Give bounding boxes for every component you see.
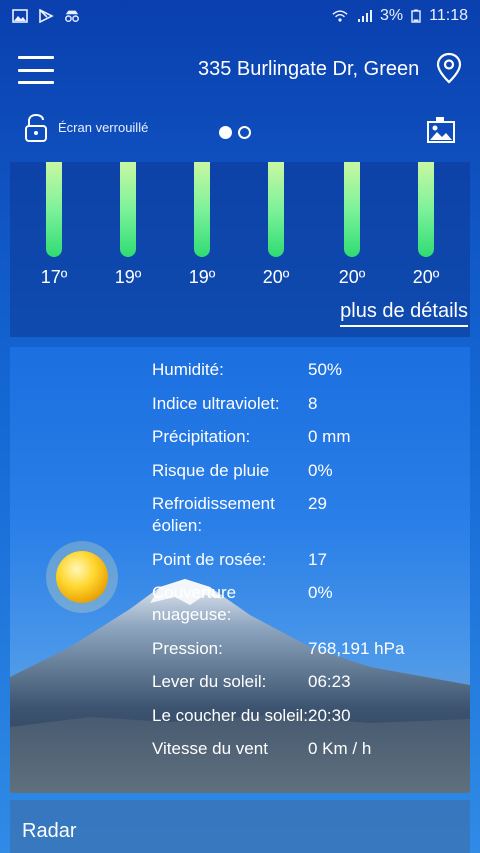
hourly-forecast-card: 17º 19º 19º 20º 20º 20º plus de détails — [10, 162, 470, 337]
detail-row: Le coucher du soleil: 20:30 — [152, 705, 462, 727]
detail-value: 768,191 hPa — [308, 638, 405, 658]
details-list: Humidité: 50% Indice ultraviolet: 8 Précipit… — [152, 359, 462, 772]
battery-percent: 3% — [380, 7, 404, 24]
detail-row: Pression: 768,191 hPa — [152, 638, 462, 660]
forecast-column: 20º — [246, 162, 306, 288]
detail-label: Humidité: — [152, 360, 224, 379]
gallery-icon[interactable] — [426, 116, 456, 144]
detail-row: Humidité: 50% — [152, 359, 462, 381]
detail-label: Point de rosée: — [152, 549, 267, 569]
temperature-bar — [344, 162, 360, 257]
detail-value: 0 mm — [308, 427, 351, 446]
location-title[interactable]: 335 Burlingate Dr, Greenvill — [198, 58, 418, 81]
signal-icon — [358, 10, 373, 22]
detail-label: Pression: — [152, 638, 223, 658]
detail-row: Risque de pluie 0% — [152, 460, 462, 482]
map-pin-icon[interactable] — [436, 52, 462, 84]
temperature-bar — [46, 162, 62, 257]
detail-value: 0 Km / h — [308, 739, 372, 758]
clock: 11:18 — [429, 7, 468, 24]
page-indicator — [219, 126, 251, 139]
lock-screen-label[interactable]: Écran verrouillé — [58, 120, 148, 135]
status-bar-right: 3% 11:18 — [332, 7, 468, 25]
status-bar: 3% 11:18 — [0, 0, 480, 32]
gallery-icon — [12, 9, 28, 23]
lock-screen-row: Écran verrouillé — [0, 110, 480, 150]
forecast-column: 20º — [322, 162, 382, 288]
detail-row: Couverture nuageuse: 0% — [152, 582, 462, 626]
sun-icon — [46, 541, 118, 613]
detail-value: 29 — [308, 494, 327, 513]
detail-label: Lever du soleil: — [152, 672, 267, 691]
detail-row: Refroidissement éolien: 29 — [152, 493, 462, 537]
temperature-label: 20º — [412, 267, 440, 287]
detail-value: 8 — [308, 393, 318, 413]
temperature-bar — [194, 162, 210, 257]
play-store-icon — [39, 9, 54, 23]
temperature-label: 19º — [188, 267, 216, 287]
detail-label: Vitesse du vent — [152, 739, 268, 758]
temperature-bar — [418, 162, 434, 257]
wifi-icon — [332, 10, 348, 22]
detail-value: 0% — [308, 583, 333, 602]
temperature-label: 20º — [338, 267, 366, 287]
forecast-column: 20º — [396, 162, 456, 288]
detail-row: Vitesse du vent 0 Km / h — [152, 738, 462, 760]
radar-card[interactable]: Radar — [10, 800, 470, 853]
battery-icon — [411, 9, 421, 23]
detail-value: 17 — [308, 549, 327, 569]
detail-row: Précipitation: 0 mm — [152, 426, 462, 448]
temperature-bars: 17º 19º 19º 20º 20º 20º — [10, 162, 470, 292]
detail-row: Point de rosée: 17 — [152, 549, 462, 571]
temperature-bar — [268, 162, 284, 257]
detail-label: Refroidissement éolien: — [152, 494, 275, 535]
forecast-column: 19º — [172, 162, 232, 288]
page-dot[interactable] — [238, 126, 251, 139]
app-bar: 335 Burlingate Dr, Greenvill — [0, 40, 480, 100]
status-bar-left — [12, 9, 80, 23]
detail-value: 06:23 — [308, 672, 351, 691]
detail-label: Risque de pluie — [152, 460, 270, 480]
detail-row: Indice ultraviolet: 8 — [152, 393, 462, 415]
detail-label: Le coucher du soleil: — [152, 705, 308, 725]
detail-label: Couverture nuageuse: — [152, 583, 237, 624]
weather-details-card: Humidité: 50% Indice ultraviolet: 8 Précipit… — [10, 347, 470, 793]
temperature-bar — [120, 162, 136, 257]
detail-value: 50% — [308, 360, 343, 379]
forecast-column: 19º — [98, 162, 158, 288]
temperature-label: 17º — [40, 267, 68, 287]
detail-value: 0% — [308, 460, 333, 480]
page-dot-active[interactable] — [219, 126, 232, 139]
temperature-label: 19º — [114, 267, 142, 287]
forecast-column: 17º — [24, 162, 84, 288]
detail-label: Indice ultraviolet: — [152, 393, 280, 413]
detail-label: Précipitation: — [152, 427, 251, 446]
unlock-icon[interactable] — [24, 113, 48, 143]
menu-icon — [18, 56, 54, 59]
temperature-label: 20º — [262, 267, 290, 287]
detail-row: Lever du soleil: 06:23 — [152, 671, 462, 693]
more-details-link[interactable]: plus de détails — [340, 300, 468, 327]
menu-button[interactable] — [18, 56, 54, 84]
detail-value: 20:30 — [308, 705, 351, 725]
radar-title: Radar — [22, 820, 77, 842]
spy-icon — [65, 10, 79, 23]
